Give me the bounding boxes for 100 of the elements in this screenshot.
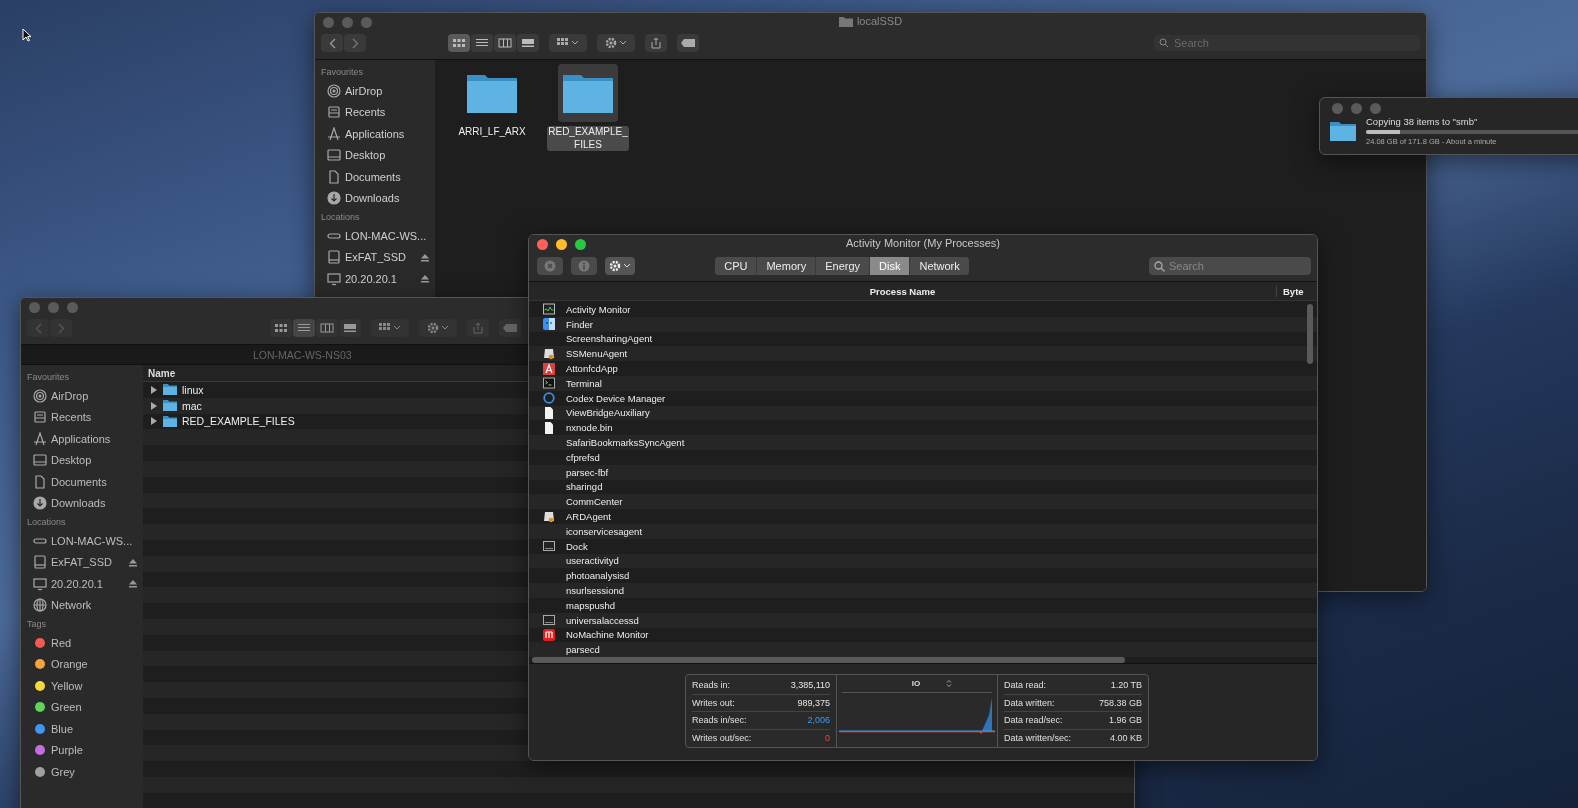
process-row[interactable]: iconservicesagent [529,523,1317,539]
sidebar-item[interactable]: LON-MAC-WS... [27,530,143,552]
sidebar-heading: Favourites [27,372,71,382]
column-header[interactable]: Byte [1276,285,1317,297]
grid-view-button[interactable] [448,34,470,52]
sidebar-item[interactable]: Network [27,594,143,616]
process-row[interactable]: Finder [529,316,1317,332]
process-row[interactable]: parsecd [529,642,1317,658]
gallery-view-button[interactable] [517,34,539,52]
process-row[interactable]: cfprefsd [529,449,1317,465]
folder-item[interactable]: RED_EXAMPLE_FILES [547,64,629,151]
sidebar-item[interactable]: Blue [27,718,143,740]
sidebar-item[interactable]: Desktop [27,449,143,471]
scrollbar-thumb[interactable] [1307,304,1313,364]
sidebar-item[interactable]: AirDrop [27,385,143,407]
file-row[interactable]: mac [143,397,206,414]
column-header[interactable]: Process Name [529,285,1276,297]
process-row[interactable]: sharingd [529,479,1317,495]
sidebar-item[interactable]: Grey [27,761,143,783]
action-button[interactable] [597,34,635,52]
disclosure-triangle-icon[interactable] [150,385,158,394]
tag-button[interactable] [499,319,521,337]
sidebar-item[interactable]: Documents [27,471,143,493]
process-row[interactable]: photoanalysisd [529,568,1317,584]
eject-icon[interactable] [421,275,429,283]
disclosure-triangle-icon[interactable] [150,401,158,410]
minimize-button[interactable] [556,238,567,250]
eject-icon[interactable] [129,558,137,567]
file-row[interactable]: linux [143,382,208,398]
disclosure-triangle-icon[interactable] [150,417,158,426]
stat-label: Data read: [1004,680,1047,691]
process-row[interactable]: CommCenter [529,494,1317,510]
columns-view-button[interactable] [316,319,338,337]
process-row[interactable]: SafariBookmarksSyncAgent [529,435,1317,450]
up-down-chevron-icon[interactable] [946,679,953,688]
columns-view-button[interactable] [494,34,516,52]
sidebar-item[interactable]: Yellow [27,675,143,697]
process-row[interactable]: AttonfcdApp [529,361,1317,376]
process-row[interactable]: nxnode.bin [529,420,1317,436]
file-row[interactable]: RED_EXAMPLE_FILES [143,413,299,430]
process-row[interactable]: universalaccessd [529,612,1317,628]
sidebar-item[interactable]: Purple [27,739,143,761]
sidebar-item[interactable]: Desktop [321,144,435,166]
process-row[interactable]: ARDAgent [529,509,1317,524]
back-button[interactable] [321,34,343,52]
sidebar-item[interactable]: Applications [321,123,435,145]
eject-icon[interactable] [129,580,137,588]
sidebar-item[interactable]: LON-MAC-WS... [321,225,435,247]
process-row[interactable]: parsec-fbf [529,464,1317,480]
process-row[interactable]: NoMachine Monitor [529,627,1317,643]
eject-icon[interactable] [421,253,429,262]
stop-process-button[interactable] [537,257,563,275]
sidebar-item[interactable]: ExFAT_SSD [321,246,435,268]
process-row[interactable]: SSMenuAgent [529,346,1317,362]
sidebar-item[interactable]: Documents [321,166,435,188]
stat-label: Data read/sec: [1004,715,1063,726]
sidebar-item[interactable]: ExFAT_SSD [27,551,143,573]
process-row[interactable]: nsurlsessiond [529,583,1317,598]
process-row[interactable]: ScreensharingAgent [529,331,1317,347]
document-icon [33,474,47,489]
sidebar-item[interactable]: Red [27,632,143,654]
sidebar-item[interactable]: Downloads [321,187,435,209]
process-row[interactable]: Activity Monitor [529,302,1317,317]
process-row[interactable]: ViewBridgeAuxiliary [529,405,1317,421]
list-view-button[interactable] [471,34,493,52]
close-button[interactable] [537,238,548,250]
sidebar-item[interactable]: AirDrop [321,80,435,102]
action-button[interactable] [605,257,635,275]
sidebar-item[interactable]: Recents [321,101,435,123]
grid-view-button[interactable] [270,319,292,337]
column-header[interactable]: Name [148,367,176,379]
forward-button[interactable] [344,34,366,52]
display-icon [33,576,47,591]
zoom-button[interactable] [575,238,586,250]
sidebar-item[interactable]: Green [27,696,143,718]
list-view-button[interactable] [293,319,315,337]
folder-item[interactable]: ARRI_LF_ARX [451,64,533,139]
process-row[interactable]: mapspushd [529,597,1317,613]
tab[interactable]: Network [909,257,969,275]
graph-mode-selector[interactable]: IO [911,679,921,688]
search-field[interactable]: Search [1149,257,1311,275]
share-button[interactable] [645,34,667,52]
sidebar-item[interactable]: 20.20.20.1 [27,573,143,595]
sidebar-item[interactable]: Downloads [27,492,143,514]
group-button[interactable] [549,34,587,52]
screen-icon [543,540,555,553]
process-row[interactable]: Terminal [529,376,1317,391]
group-button[interactable] [371,319,409,337]
sidebar-item[interactable]: Applications [27,428,143,450]
process-row[interactable]: useractivityd [529,553,1317,569]
sidebar-item[interactable]: Orange [27,653,143,675]
info-button[interactable] [571,257,597,275]
process-row[interactable]: Codex Device Manager [529,390,1317,406]
gallery-view-button[interactable] [339,319,361,337]
sidebar-item[interactable]: 20.20.20.1 [321,268,435,290]
tag-button[interactable] [677,34,699,52]
sidebar-item[interactable]: Recents [27,406,143,428]
process-row[interactable]: Dock [529,538,1317,554]
chevron-left-icon [328,37,336,49]
scrollbar-thumb[interactable] [532,657,1125,663]
